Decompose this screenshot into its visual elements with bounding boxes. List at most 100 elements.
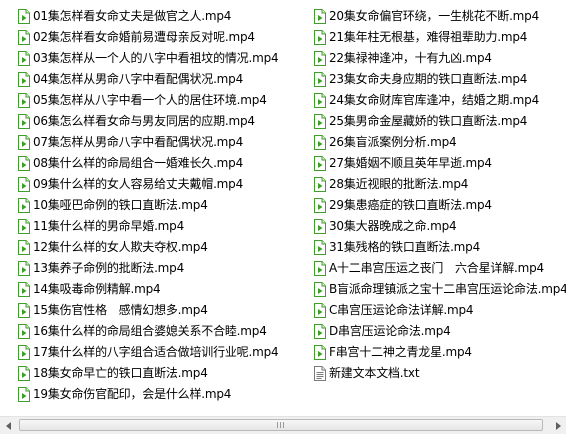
file-item[interactable]: 21集年柱无根基，难得祖辈助力.mp4 (314, 27, 566, 48)
file-name: C串宫压运论命法详解.mp4 (329, 303, 474, 317)
file-item[interactable]: 14集吸毒命例精解.mp4 (18, 279, 310, 300)
file-item[interactable]: 13集养子命例的批断法.mp4 (18, 258, 310, 279)
video-file-icon (18, 198, 30, 213)
file-item[interactable]: 10集哑巴命例的铁口直断法.mp4 (18, 195, 310, 216)
file-name: 04集怎样从男命八字中看配偶状况.mp4 (33, 72, 244, 86)
file-item[interactable]: 17集什么样的八字组合适合做培训行业呢.mp4 (18, 342, 310, 363)
triangle-right-icon (554, 419, 562, 433)
file-item[interactable]: 07集怎样从男命八字中看配偶状况.mp4 (18, 132, 310, 153)
file-list: 01集怎样看女命丈夫是做官之人.mp4 02集怎样看女命婚前易遭母亲反对呢.mp4… (0, 0, 566, 416)
triangle-left-icon (5, 419, 13, 433)
file-item[interactable]: 30集大器晚成之命.mp4 (314, 216, 566, 237)
file-item[interactable]: 26集盲派案例分析.mp4 (314, 132, 566, 153)
file-item[interactable]: 06集怎么样看女命与男友同居的应期.mp4 (18, 111, 310, 132)
file-item[interactable]: 12集什么样的女人欺夫夺权.mp4 (18, 237, 310, 258)
file-item[interactable]: 31集残格的铁口直断法.mp4 (314, 237, 566, 258)
file-name: 06集怎么样看女命与男友同居的应期.mp4 (33, 114, 255, 128)
file-name: 30集大器晚成之命.mp4 (329, 219, 457, 233)
video-file-icon (314, 114, 326, 129)
video-file-icon (18, 156, 30, 171)
file-name: 27集婚姻不顺且英年早逝.mp4 (329, 156, 492, 170)
video-file-icon (18, 177, 30, 192)
file-item[interactable]: 18集女命早亡的铁口直断法.mp4 (18, 363, 310, 384)
file-item[interactable]: 27集婚姻不顺且英年早逝.mp4 (314, 153, 566, 174)
file-name: 03集怎样从一个人的八字中看祖坟的情况.mp4 (33, 51, 279, 65)
file-name: 新建文本文档.txt (329, 366, 420, 380)
file-name: 13集养子命例的批断法.mp4 (33, 261, 185, 275)
file-item[interactable]: 05集怎样从八字中看一个人的居住环境.mp4 (18, 90, 310, 111)
video-file-icon (18, 9, 30, 24)
file-item[interactable]: 11集什么样的男命早婚.mp4 (18, 216, 310, 237)
file-item[interactable]: 20集女命偏官环绕，一生桃花不断.mp4 (314, 6, 566, 27)
video-file-icon (18, 219, 30, 234)
file-name: 09集什么样的女人容易给丈夫戴帽.mp4 (33, 177, 244, 191)
file-item[interactable]: 19集女命伤官配印，会是什么样.mp4 (18, 384, 310, 405)
scroll-right-button[interactable] (549, 417, 566, 434)
video-file-icon (314, 261, 326, 276)
file-name: 28集近视眼的批断法.mp4 (329, 177, 469, 191)
scroll-thumb[interactable] (19, 419, 543, 431)
file-item[interactable]: 24集女命财库官库逢冲，结婚之期.mp4 (314, 90, 566, 111)
file-item[interactable]: 02集怎样看女命婚前易遭母亲反对呢.mp4 (18, 27, 310, 48)
video-file-icon (18, 261, 30, 276)
video-file-icon (314, 345, 326, 360)
file-item[interactable]: 23集女命夫身应期的铁口直断法.mp4 (314, 69, 566, 90)
file-name: 16集什么样的命局组合婆媳关系不合睦.mp4 (33, 324, 267, 338)
video-file-icon (18, 366, 30, 381)
file-item[interactable]: B盲派命理镇派之宝十二串宫压运论命法.mp4 (314, 279, 566, 300)
video-file-icon (314, 156, 326, 171)
file-item[interactable]: 28集近视眼的批断法.mp4 (314, 174, 566, 195)
horizontal-scrollbar[interactable] (0, 416, 566, 434)
file-item[interactable]: A十二串宫压运之丧门 六合星详解.mp4 (314, 258, 566, 279)
video-file-icon (314, 198, 326, 213)
video-file-icon (314, 93, 326, 108)
video-file-icon (18, 345, 30, 360)
file-name: 25集男命金屋藏娇的铁口直断法.mp4 (329, 114, 528, 128)
file-name: 23集女命夫身应期的铁口直断法.mp4 (329, 72, 528, 86)
file-name: 31集残格的铁口直断法.mp4 (329, 240, 481, 254)
file-item[interactable]: D串宫压运论命法.mp4 (314, 321, 566, 342)
file-name: D串宫压运论命法.mp4 (329, 324, 451, 338)
video-file-icon (314, 219, 326, 234)
file-item[interactable]: 04集怎样从男命八字中看配偶状况.mp4 (18, 69, 310, 90)
video-file-icon (18, 30, 30, 45)
file-name: 05集怎样从八字中看一个人的居住环境.mp4 (33, 93, 267, 107)
video-file-icon (314, 9, 326, 24)
file-item[interactable]: 29集患癌症的铁口直断法.mp4 (314, 195, 566, 216)
file-name: 26集盲派案例分析.mp4 (329, 135, 457, 149)
video-file-icon (18, 51, 30, 66)
file-item[interactable]: 22集禄神逢冲，十有九凶.mp4 (314, 48, 566, 69)
file-item[interactable]: 15集伤官性格 感情幻想多.mp4 (18, 300, 310, 321)
video-file-icon (18, 135, 30, 150)
file-name: A十二串宫压运之丧门 六合星详解.mp4 (329, 261, 544, 275)
text-file-icon (314, 366, 326, 381)
scroll-left-button[interactable] (0, 417, 17, 434)
video-file-icon (314, 303, 326, 318)
file-item[interactable]: F串宫十二神之青龙星.mp4 (314, 342, 566, 363)
video-file-icon (314, 135, 326, 150)
video-file-icon (314, 72, 326, 87)
file-name: 19集女命伤官配印，会是什么样.mp4 (33, 387, 232, 401)
video-file-icon (18, 240, 30, 255)
file-item[interactable]: 新建文本文档.txt (314, 363, 566, 384)
video-file-icon (314, 30, 326, 45)
file-item[interactable]: 16集什么样的命局组合婆媳关系不合睦.mp4 (18, 321, 310, 342)
file-item[interactable]: 08集什么样的命局组合一婚难长久.mp4 (18, 153, 310, 174)
file-item[interactable]: C串宫压运论命法详解.mp4 (314, 300, 566, 321)
file-item[interactable]: 25集男命金屋藏娇的铁口直断法.mp4 (314, 111, 566, 132)
file-name: 21集年柱无根基，难得祖辈助力.mp4 (329, 30, 528, 44)
file-name: 12集什么样的女人欺夫夺权.mp4 (33, 240, 208, 254)
file-name: 08集什么样的命局组合一婚难长久.mp4 (33, 156, 244, 170)
video-file-icon (18, 387, 30, 402)
file-item[interactable]: 09集什么样的女人容易给丈夫戴帽.mp4 (18, 174, 310, 195)
file-item[interactable]: 01集怎样看女命丈夫是做官之人.mp4 (18, 6, 310, 27)
video-file-icon (18, 72, 30, 87)
file-name: 07集怎样从男命八字中看配偶状况.mp4 (33, 135, 244, 149)
video-file-icon (18, 303, 30, 318)
file-item[interactable]: 03集怎样从一个人的八字中看祖坟的情况.mp4 (18, 48, 310, 69)
file-name: 14集吸毒命例精解.mp4 (33, 282, 161, 296)
file-name: 17集什么样的八字组合适合做培训行业呢.mp4 (33, 345, 279, 359)
file-name: 20集女命偏官环绕，一生桃花不断.mp4 (329, 9, 540, 23)
file-name: 01集怎样看女命丈夫是做官之人.mp4 (33, 9, 232, 23)
grip-icon (277, 422, 285, 428)
